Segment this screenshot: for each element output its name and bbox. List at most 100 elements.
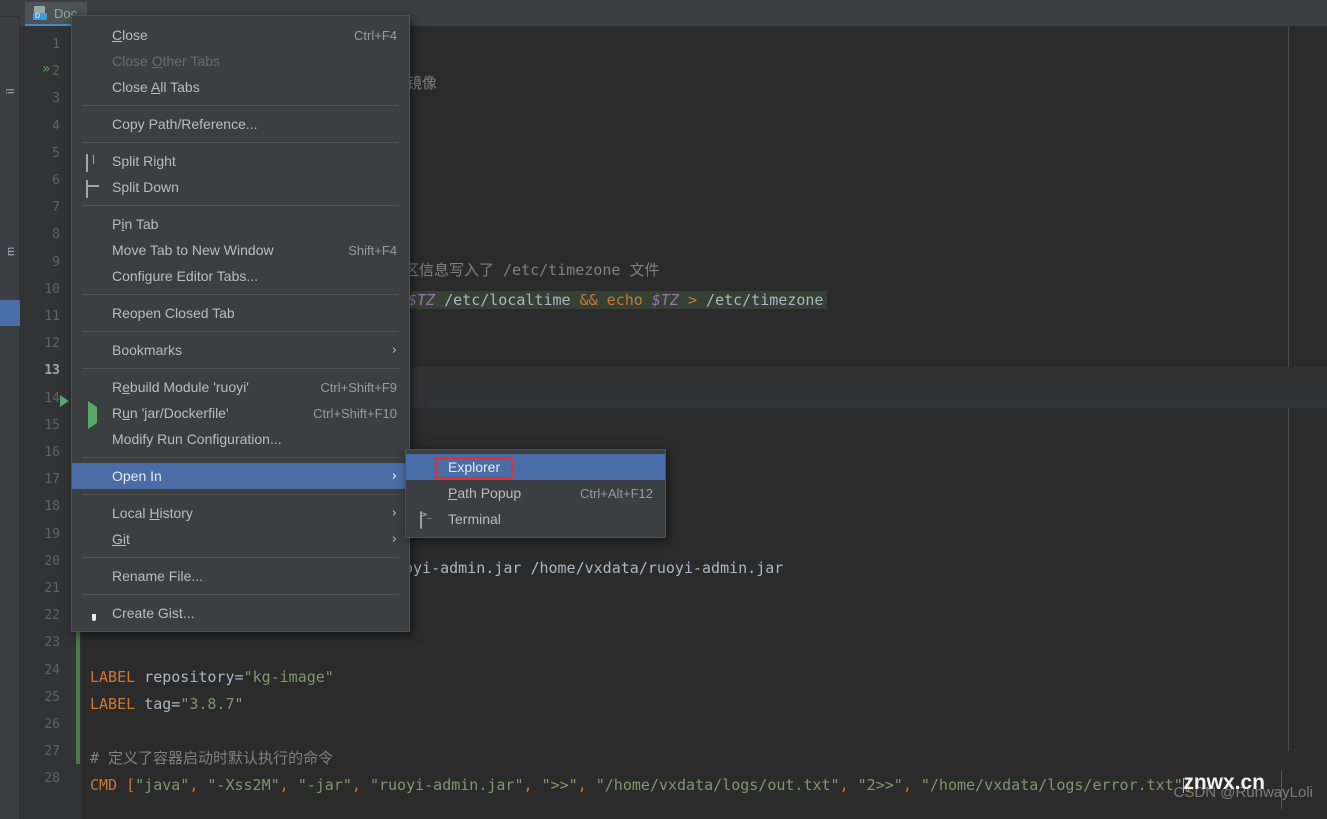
gutter-line-number[interactable]: 7 — [20, 200, 60, 215]
code-token-and: && — [579, 291, 598, 309]
run-gutter-icon[interactable]: » — [42, 62, 51, 76]
menu-separator — [82, 205, 399, 206]
menu-separator — [82, 557, 399, 558]
menu-item-move-tab-to-new-window[interactable]: Move Tab to New Window Shift+F4 — [72, 237, 409, 263]
run-play-icon — [86, 401, 102, 429]
gutter-line-number[interactable]: 19 — [20, 527, 60, 542]
menu-item-run-jar-dockerfile[interactable]: Run 'jar/Dockerfile' Ctrl+Shift+F10 — [72, 400, 409, 429]
gutter-line-number[interactable]: 6 — [20, 173, 60, 188]
menu-item-label: Move Tab to New Window — [112, 242, 274, 258]
left-tool-strip[interactable]: il m — [0, 17, 20, 819]
menu-item-split-down[interactable]: Split Down — [72, 174, 409, 200]
menu-item-close-other-tabs: Close Other Tabs — [72, 48, 409, 74]
gutter-line-number[interactable]: 4 — [20, 119, 60, 134]
menu-item-create-gist[interactable]: Create Gist... — [72, 600, 409, 626]
menu-item-pin-tab[interactable]: Pin Tab — [72, 211, 409, 237]
menu-item-bookmarks[interactable]: Bookmarks › — [72, 337, 409, 363]
menu-item-close[interactable]: Close Ctrl+F4 — [72, 22, 409, 48]
code-token-repo-key: repository= — [135, 668, 244, 686]
gutter-line-number[interactable]: 2 — [20, 64, 60, 79]
gutter-line-number[interactable]: 5 — [20, 146, 60, 161]
gutter-line-number[interactable]: 23 — [20, 635, 60, 650]
code-token-comma: , — [839, 776, 858, 794]
gutter-line-number[interactable]: 21 — [20, 581, 60, 596]
gutter-line-number[interactable]: 9 — [20, 255, 60, 270]
menu-item-label: Rebuild Module 'ruoyi' — [112, 379, 249, 395]
code-token-comma: , — [577, 776, 596, 794]
terminal-icon — [420, 511, 436, 529]
github-icon — [86, 605, 102, 621]
code-token-timezone-path: /etc/timezone — [706, 291, 824, 309]
gutter-line-number[interactable]: 18 — [20, 499, 60, 514]
code-token-comma: , — [189, 776, 208, 794]
code-token-cmd-arg-err: "/home/vxdata/logs/error.txt" — [920, 776, 1183, 794]
code-comment-cmd: # 定义了容器启动时默认执行的命令 — [90, 749, 334, 767]
gutter-line-number[interactable]: 17 — [20, 472, 60, 487]
menu-item-open-in[interactable]: Open In › — [72, 463, 409, 489]
gutter-line-number[interactable]: 15 — [20, 418, 60, 433]
menu-item-label: Reopen Closed Tab — [112, 305, 235, 321]
menu-separator — [82, 331, 399, 332]
code-token-comma: , — [523, 776, 542, 794]
code-token-cmd-arg-jar: "-jar" — [297, 776, 352, 794]
gutter-line-number[interactable]: 25 — [20, 690, 60, 705]
gutter-line-number[interactable]: 3 — [20, 91, 60, 106]
menu-item-reopen-closed-tab[interactable]: Reopen Closed Tab — [72, 300, 409, 326]
code-token-localtime-path: /etc/localtime — [435, 291, 580, 309]
gutter-line-number[interactable]: 26 — [20, 717, 60, 732]
split-right-icon — [86, 153, 102, 172]
code-line-cmd: CMD ["java", "-Xss2M", "-jar", "ruoyi-ad… — [90, 778, 1193, 793]
gutter-line-number[interactable]: 20 — [20, 554, 60, 569]
editor-tab-context-menu[interactable]: Close Ctrl+F4 Close Other Tabs Close All Ta… — [71, 15, 410, 632]
gutter-line-number[interactable]: 10 — [20, 282, 60, 297]
chevron-right-icon: › — [391, 531, 397, 547]
menu-separator — [82, 294, 399, 295]
menu-item-label: Configure Editor Tabs... — [112, 268, 259, 284]
menu-item-split-right[interactable]: Split Right — [72, 148, 409, 174]
gutter-line-number[interactable]: 8 — [20, 227, 60, 242]
menu-item-rebuild-module-ruoyi[interactable]: Rebuild Module 'ruoyi' Ctrl+Shift+F9 — [72, 374, 409, 400]
right-margin-guide — [1288, 26, 1289, 819]
menu-item-label: Explorer — [448, 459, 501, 475]
gutter-line-number[interactable]: 28 — [20, 771, 60, 786]
menu-item-label: Rename File... — [112, 568, 204, 584]
left-strip-selection — [0, 300, 20, 326]
code-token-tz-var-2: $TZ — [651, 291, 679, 309]
code-token-cmd-arg-java: "java" — [135, 776, 190, 794]
gutter-line-number[interactable]: 22 — [20, 608, 60, 623]
gutter-line-number[interactable]: 24 — [20, 663, 60, 678]
open-in-submenu[interactable]: Explorer Path Popup Ctrl+Alt+F12 Terminal — [405, 449, 666, 538]
code-token-label-kw: LABEL — [90, 668, 136, 686]
menu-item-local-history[interactable]: Local History › — [72, 500, 409, 526]
menu-item-git[interactable]: Git › — [72, 526, 409, 552]
gutter-line-number[interactable]: 13 — [20, 363, 60, 378]
code-token-tag-val: "3.8.7" — [180, 695, 244, 713]
gutter-line-number[interactable]: 11 — [20, 309, 60, 324]
menu-item-modify-run-configuration[interactable]: Modify Run Configuration... — [72, 426, 409, 452]
menu-item-copy-path-reference[interactable]: Copy Path/Reference... — [72, 111, 409, 137]
gutter-line-number[interactable]: 14 — [20, 391, 60, 406]
gutter-line-number[interactable]: 16 — [20, 445, 60, 460]
gutter-line-number[interactable]: 27 — [20, 744, 60, 759]
menu-item-close-all-tabs[interactable]: Close All Tabs — [72, 74, 409, 100]
tool-window-label-1[interactable]: il — [5, 48, 17, 94]
menu-item-configure-editor-tabs[interactable]: Configure Editor Tabs... — [72, 263, 409, 289]
tool-window-label-2[interactable]: m — [5, 210, 17, 256]
run-configuration-gutter-icon[interactable] — [60, 395, 69, 407]
menu-item-label: Terminal — [448, 511, 501, 527]
menu-item-rename-file[interactable]: Rename File... — [72, 563, 409, 589]
ide-window: il m D Doc 镜像 区信息写入了 /etc/timezone 文件 $T… — [0, 0, 1327, 819]
menu-item-label: Pin Tab — [112, 216, 159, 232]
menu-item-label: Copy Path/Reference... — [112, 116, 258, 132]
code-token-repo-val: "kg-image" — [243, 668, 334, 686]
gutter-line-number[interactable]: 1 — [20, 37, 60, 52]
code-token-cmd-arg-jarname: "ruoyi-admin.jar" — [369, 776, 524, 794]
menu-item-shortcut: Ctrl+F4 — [354, 27, 397, 43]
menu-item-explorer[interactable]: Explorer — [406, 454, 665, 480]
menu-item-shortcut: Ctrl+Alt+F12 — [580, 485, 653, 501]
menu-item-path-popup[interactable]: Path Popup Ctrl+Alt+F12 — [406, 480, 665, 506]
gutter-line-number[interactable]: 12 — [20, 336, 60, 351]
menu-item-terminal[interactable]: Terminal — [406, 506, 665, 532]
menu-separator — [82, 494, 399, 495]
code-token-copy-dst: /home/vxdata/ruoyi-admin.jar — [530, 559, 784, 577]
